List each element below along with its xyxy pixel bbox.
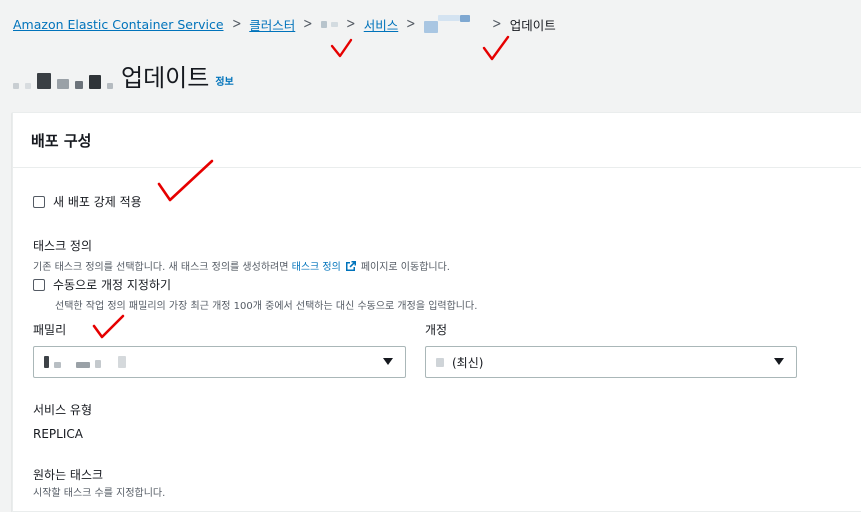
revision-label: 개정 xyxy=(425,323,448,337)
service-type-value: REPLICA xyxy=(33,427,83,441)
breadcrumb-separator: > xyxy=(231,16,242,32)
breadcrumb-separator: > xyxy=(303,16,313,32)
service-type-label: 서비스 유형 xyxy=(33,403,93,417)
force-new-deployment-checkbox[interactable] xyxy=(33,195,45,208)
force-new-deployment-option[interactable]: 새 배포 강제 적용 xyxy=(33,193,142,210)
page-title: 업데이트 xyxy=(121,64,210,92)
breadcrumb-separator: > xyxy=(406,16,416,32)
manual-revision-description: 선택한 작업 정의 패밀리의 가장 최근 개정 100개 중에서 선택하는 대신… xyxy=(55,301,478,312)
family-select[interactable] xyxy=(33,346,406,378)
deployment-config-panel: 배포 구성 새 배포 강제 적용 태스크 정의 기존 태스크 정의를 선택합니다… xyxy=(12,112,861,512)
external-link-icon[interactable] xyxy=(345,260,357,272)
breadcrumb-ecs-link[interactable]: Amazon Elastic Container Service xyxy=(13,17,224,32)
breadcrumb-service-name-redacted[interactable] xyxy=(423,15,470,33)
force-new-deployment-label: 새 배포 강제 적용 xyxy=(53,195,142,209)
service-name-redacted xyxy=(13,63,113,89)
checkmark-annotation-icon xyxy=(482,35,510,61)
revision-value: (최신) xyxy=(452,355,484,370)
breadcrumb-separator: > xyxy=(492,16,502,32)
revision-number-redacted xyxy=(436,357,444,367)
breadcrumb-services-link[interactable]: 서비스 xyxy=(364,15,399,34)
family-label: 패밀리 xyxy=(33,323,67,337)
breadcrumb-cluster-name-redacted[interactable] xyxy=(321,20,338,28)
info-link[interactable]: 정보 xyxy=(215,73,233,88)
task-definition-desc-suffix: 페이지로 이동합니다. xyxy=(360,262,450,273)
task-definition-link[interactable]: 태스크 정의 xyxy=(292,258,341,273)
task-definition-description: 기존 태스크 정의를 선택합니다. 새 태스크 정의를 생성하려면 태스크 정의… xyxy=(33,258,450,273)
task-definition-section: 태스크 정의 기존 태스크 정의를 선택합니다. 새 태스크 정의를 생성하려면… xyxy=(33,237,450,273)
revision-select[interactable]: (최신) xyxy=(425,346,797,378)
desired-tasks-label: 원하는 태스크 xyxy=(33,468,104,482)
breadcrumb-current: 업데이트 xyxy=(509,17,556,33)
manual-revision-label: 수동으로 개정 지정하기 xyxy=(53,278,172,292)
checkmark-annotation-icon xyxy=(330,38,353,58)
panel-title: 배포 구성 xyxy=(31,131,92,150)
desired-tasks-description: 시작할 태스크 수를 지정합니다. xyxy=(33,488,166,499)
breadcrumb-separator: > xyxy=(346,16,356,32)
family-value-redacted xyxy=(44,356,126,368)
breadcrumb: Amazon Elastic Container Service > 클러스터 … xyxy=(13,14,556,34)
dropdown-caret-icon xyxy=(383,358,393,365)
manual-revision-option[interactable]: 수동으로 개정 지정하기 xyxy=(33,276,171,293)
manual-revision-checkbox[interactable] xyxy=(33,278,45,291)
task-definition-label: 태스크 정의 xyxy=(33,239,93,253)
panel-header: 배포 구성 xyxy=(13,113,861,168)
page-header: 업데이트 정보 xyxy=(13,58,234,93)
task-definition-desc-prefix: 기존 태스크 정의를 선택합니다. 새 태스크 정의를 생성하려면 xyxy=(33,262,289,273)
dropdown-caret-icon xyxy=(774,358,784,365)
breadcrumb-clusters-link[interactable]: 클러스터 xyxy=(249,15,295,34)
